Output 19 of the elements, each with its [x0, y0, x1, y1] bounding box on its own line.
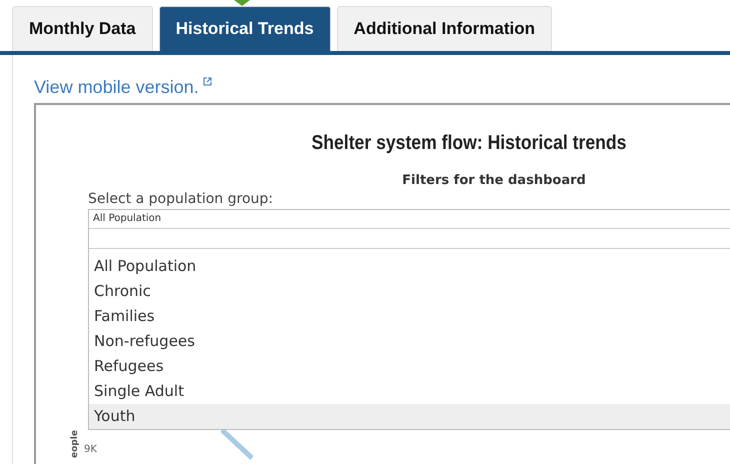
trend-line-drawing — [220, 430, 254, 460]
dropdown-option[interactable]: All Population — [89, 254, 730, 279]
tab[interactable]: Historical Trends — [158, 6, 331, 51]
dropdown-option[interactable]: Youth — [89, 404, 730, 429]
external-link-icon — [202, 77, 212, 86]
dashboard-title: Shelter system flow: Historical trends — [310, 132, 628, 155]
dropdown-option[interactable]: Families — [89, 304, 730, 329]
axis-label: eople — [70, 430, 80, 458]
dropdown-option[interactable]: Single Adult — [89, 379, 730, 404]
dropdown-option[interactable]: Chronic — [89, 279, 730, 304]
axis-tick: 9K — [84, 444, 97, 455]
tab[interactable]: Monthly Data — [12, 6, 153, 51]
filters-heading: Filters for the dashboard — [401, 173, 587, 188]
dropdown-option[interactable]: Non-refugees — [89, 329, 730, 354]
mobile-version-link[interactable]: View mobile version. — [34, 77, 199, 98]
dropdown-option[interactable]: Refugees — [89, 354, 730, 379]
tab[interactable]: Additional Information — [336, 6, 552, 51]
population-dropdown[interactable]: All Population All Population Chronic Families Non-refugees Refugees Single Adult Youth — [88, 209, 730, 430]
filter-label: Select a population group: — [88, 191, 274, 207]
